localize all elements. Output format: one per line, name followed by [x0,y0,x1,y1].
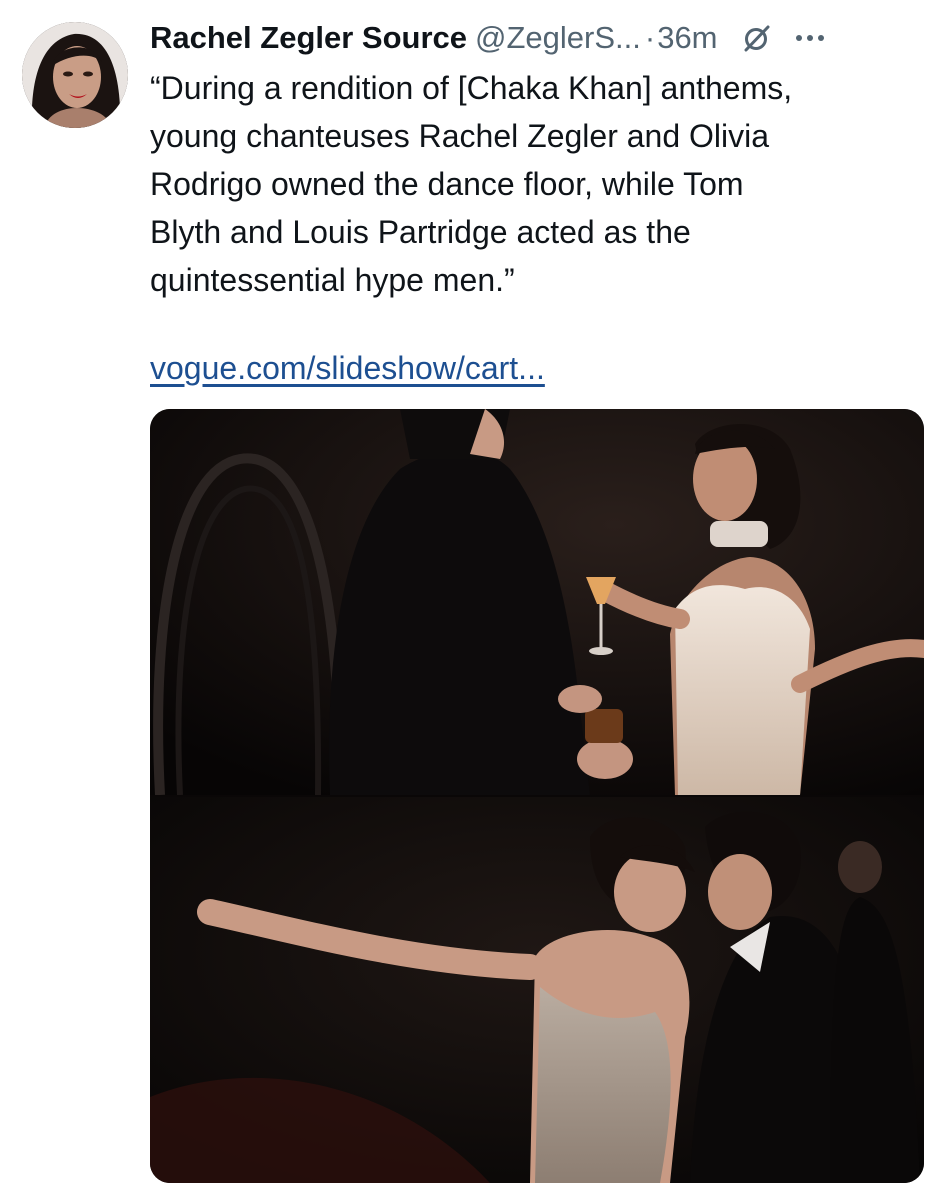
photo-top[interactable] [150,409,924,795]
tweet-line: “During a rendition of [Chaka Khan] anth… [150,70,793,106]
tweet-line: quintessential hype men.” [150,262,515,298]
avatar[interactable] [22,22,128,128]
tweet-header: Rachel Zegler Source @ZeglerS... · 36m [150,14,922,62]
article-link[interactable]: vogue.com/slideshow/cart... [150,344,545,392]
tweet-text: “During a rendition of [Chaka Khan] anth… [150,64,920,304]
more-options-icon[interactable] [795,35,824,41]
grok-icon[interactable] [742,23,772,53]
media-grid[interactable] [150,409,924,1183]
display-name[interactable]: Rachel Zegler Source [150,20,467,56]
photo-bottom[interactable] [150,797,924,1183]
separator: · [644,20,656,55]
user-handle[interactable]: @ZeglerS... [475,20,641,56]
tweet-line: Rodrigo owned the dance floor, while Tom [150,166,744,202]
timestamp[interactable]: 36m [657,20,717,56]
tweet-line: Blyth and Louis Partridge acted as the [150,214,691,250]
profile-photo-icon [22,22,128,128]
tweet-line: young chanteuses Rachel Zegler and Olivi… [150,118,770,154]
